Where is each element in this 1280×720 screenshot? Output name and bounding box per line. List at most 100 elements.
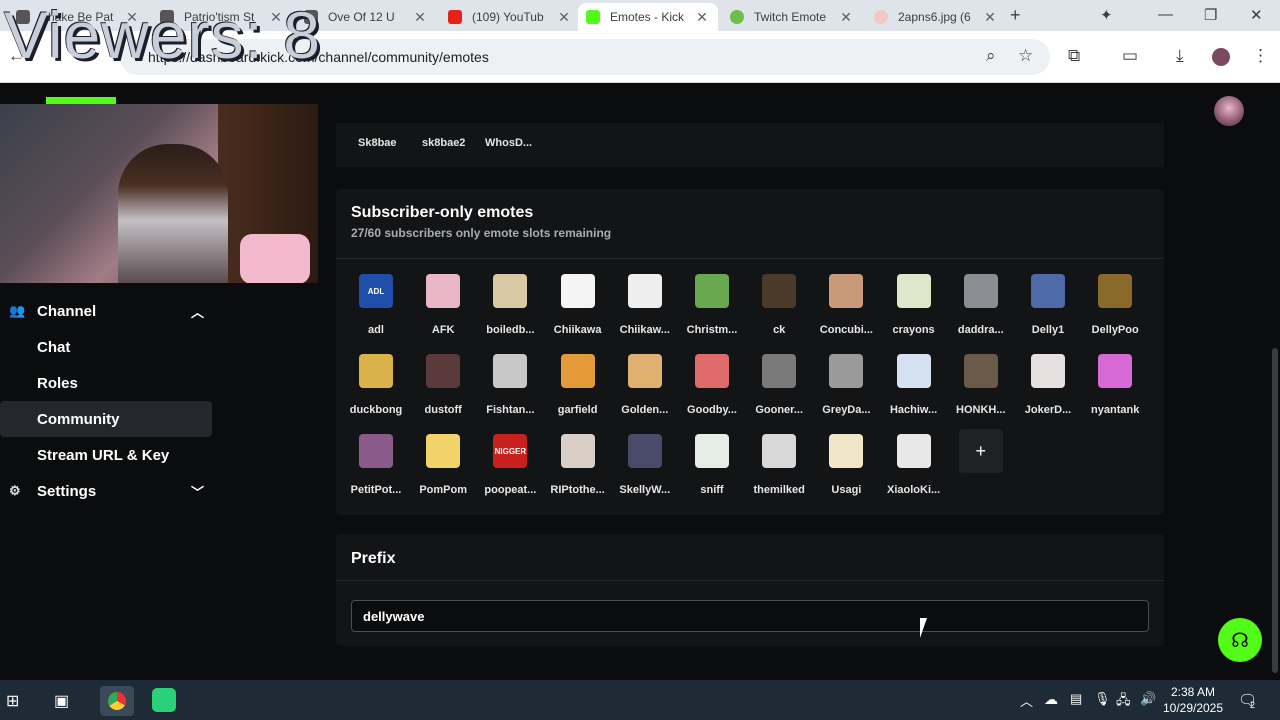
emote-tile[interactable]: Concubi... — [813, 274, 879, 336]
emote-tile[interactable]: nyantank — [1082, 354, 1148, 416]
emote-tile[interactable]: themilked — [746, 434, 812, 496]
support-button[interactable]: ☊ — [1218, 618, 1262, 662]
emote-tile[interactable]: ADL adl — [343, 274, 409, 336]
browser-tab[interactable]: (109) YouTub ✕ — [440, 3, 580, 31]
app-taskbar-icon[interactable] — [152, 688, 176, 712]
close-window-button[interactable]: ✕ — [1250, 6, 1263, 24]
emote-tile[interactable]: ck — [746, 274, 812, 336]
menu-icon[interactable]: ⋮ — [1252, 46, 1269, 66]
profile-avatar[interactable] — [1212, 48, 1230, 66]
sidebar-item-chat[interactable]: Chat — [0, 329, 212, 365]
emote-tile[interactable]: Chiikawa — [545, 274, 611, 336]
emote-tile[interactable]: sniff — [679, 434, 745, 496]
emote-tile[interactable]: garfield — [545, 354, 611, 416]
chevron-down-icon[interactable]: ﹀ — [191, 482, 204, 501]
emote-tile[interactable]: Christm... — [679, 274, 745, 336]
microphone-icon[interactable]: 🎙 — [1094, 691, 1111, 707]
browser-tab-active[interactable]: Emotes - Kick ✕ — [578, 3, 718, 31]
emote-name: Fishtan... — [486, 404, 535, 416]
emote-name: PetitPot... — [350, 484, 402, 496]
chevron-up-icon[interactable]: ︿ — [191, 302, 204, 321]
emote-names-row: Sk8bae sk8bae2 WhosD... — [336, 123, 1164, 167]
gemini-icon[interactable]: ✦ — [1100, 6, 1113, 24]
emote-tile[interactable]: Goodby... — [679, 354, 745, 416]
prefix-section: Prefix dellywave — [336, 534, 1164, 646]
emote-tile[interactable]: crayons — [881, 274, 947, 336]
emote-tile[interactable]: PetitPot... — [343, 434, 409, 496]
add-emote-button[interactable]: + — [958, 429, 1003, 473]
emote-tile[interactable]: Hachiw... — [881, 354, 947, 416]
emote-tile[interactable]: SkellyW... — [612, 434, 678, 496]
emote-tile[interactable]: Delly1 — [1015, 274, 1081, 336]
emote-tile[interactable]: XiaoloKi... — [881, 434, 947, 496]
emote-tile[interactable]: duckbong — [343, 354, 409, 416]
emote-tile[interactable]: dustoff — [410, 354, 476, 416]
emote-image: ADL — [359, 274, 393, 308]
sidebar-item-channel[interactable]: 👥 Channel ︿ — [0, 293, 212, 329]
emote-tile[interactable]: DellyPoo — [1082, 274, 1148, 336]
emote-tile[interactable]: JokerD... — [1015, 354, 1081, 416]
extensions-icon[interactable]: ⧉ — [1068, 46, 1080, 66]
cast-icon[interactable]: ▭ — [1122, 46, 1138, 66]
browser-tab[interactable]: 2apns6.jpg (6 ✕ — [866, 3, 1006, 31]
close-icon[interactable]: ✕ — [838, 9, 854, 26]
volume-icon[interactable]: 🔊 — [1140, 691, 1156, 707]
sidebar: 👥 Channel ︿ Chat Roles Community Stream … — [0, 293, 212, 509]
emote-tile[interactable]: HONKH... — [948, 354, 1014, 416]
emote-image — [762, 274, 797, 308]
zoom-icon[interactable]: ⌕ — [986, 46, 996, 66]
tray-chevron-icon[interactable]: ︿ — [1020, 691, 1033, 710]
task-view-icon[interactable]: ▣ — [54, 691, 69, 711]
emote-image — [627, 274, 662, 308]
sidebar-item-settings[interactable]: ⚙ Settings ﹀ — [0, 473, 212, 509]
close-icon[interactable]: ✕ — [694, 9, 710, 26]
minimize-button[interactable]: — — [1158, 6, 1173, 23]
emote-tile[interactable]: PomPom — [410, 434, 476, 496]
emote-image — [560, 274, 595, 308]
emote-tile[interactable]: daddra... — [948, 274, 1014, 336]
emote-name: WhosD... — [485, 137, 533, 149]
emote-tile[interactable]: boiledb... — [477, 274, 543, 336]
close-icon[interactable]: ✕ — [982, 9, 998, 26]
user-avatar[interactable] — [1214, 96, 1244, 126]
emote-tile[interactable]: Chiikaw... — [612, 274, 678, 336]
scrollbar[interactable] — [1272, 348, 1278, 673]
sidebar-item-stream-url-key[interactable]: Stream URL & Key — [0, 437, 212, 473]
download-icon[interactable]: ⤓ — [1176, 46, 1184, 66]
windows-start-icon[interactable]: ⊞ — [6, 691, 19, 711]
emote-name: ck — [773, 324, 786, 336]
emote-image — [1098, 274, 1133, 308]
clock-date: 10/29/2025 — [1162, 701, 1224, 715]
emote-image — [560, 354, 595, 388]
emote-name: poopeat... — [484, 484, 537, 496]
emote-tile[interactable]: AFK — [410, 274, 476, 336]
sidebar-item-label: Chat — [37, 338, 71, 356]
tab-title: Emotes - Kick — [610, 10, 685, 24]
browser-tab[interactable]: Twitch Emote ✕ — [722, 3, 862, 31]
network-icon[interactable]: 🖧 — [1116, 691, 1131, 713]
prefix-input[interactable]: dellywave — [351, 600, 1149, 632]
close-icon[interactable]: ✕ — [556, 9, 572, 26]
emote-tile[interactable]: Gooner... — [746, 354, 812, 416]
restore-button[interactable]: ❐ — [1204, 6, 1217, 24]
emote-tile[interactable]: Fishtan... — [477, 354, 543, 416]
emote-name: JokerD... — [1024, 404, 1072, 416]
emote-image — [426, 354, 461, 388]
tray-app-icon[interactable]: ▤ — [1070, 691, 1082, 707]
emote-tile[interactable]: RIPtothe... — [545, 434, 611, 496]
emote-tile[interactable]: Usagi — [813, 434, 879, 496]
emote-image — [695, 434, 729, 468]
emote-tile[interactable]: Golden... — [612, 354, 678, 416]
sidebar-item-community[interactable]: Community — [0, 401, 212, 437]
system-clock[interactable]: 2:38 AM 10/29/2025 — [1162, 684, 1224, 716]
new-tab-button[interactable]: + — [1010, 5, 1021, 26]
star-icon[interactable]: ☆ — [1018, 46, 1033, 66]
divider — [336, 580, 1164, 581]
emote-image — [627, 354, 662, 388]
sidebar-item-roles[interactable]: Roles — [0, 365, 212, 401]
emote-tile[interactable]: NIGGER poopeat... — [477, 434, 543, 496]
chrome-taskbar-button[interactable] — [100, 686, 134, 716]
onedrive-icon[interactable]: ☁ — [1044, 691, 1058, 708]
emote-tile[interactable]: GreyDa... — [813, 354, 879, 416]
close-icon[interactable]: ✕ — [412, 9, 428, 26]
